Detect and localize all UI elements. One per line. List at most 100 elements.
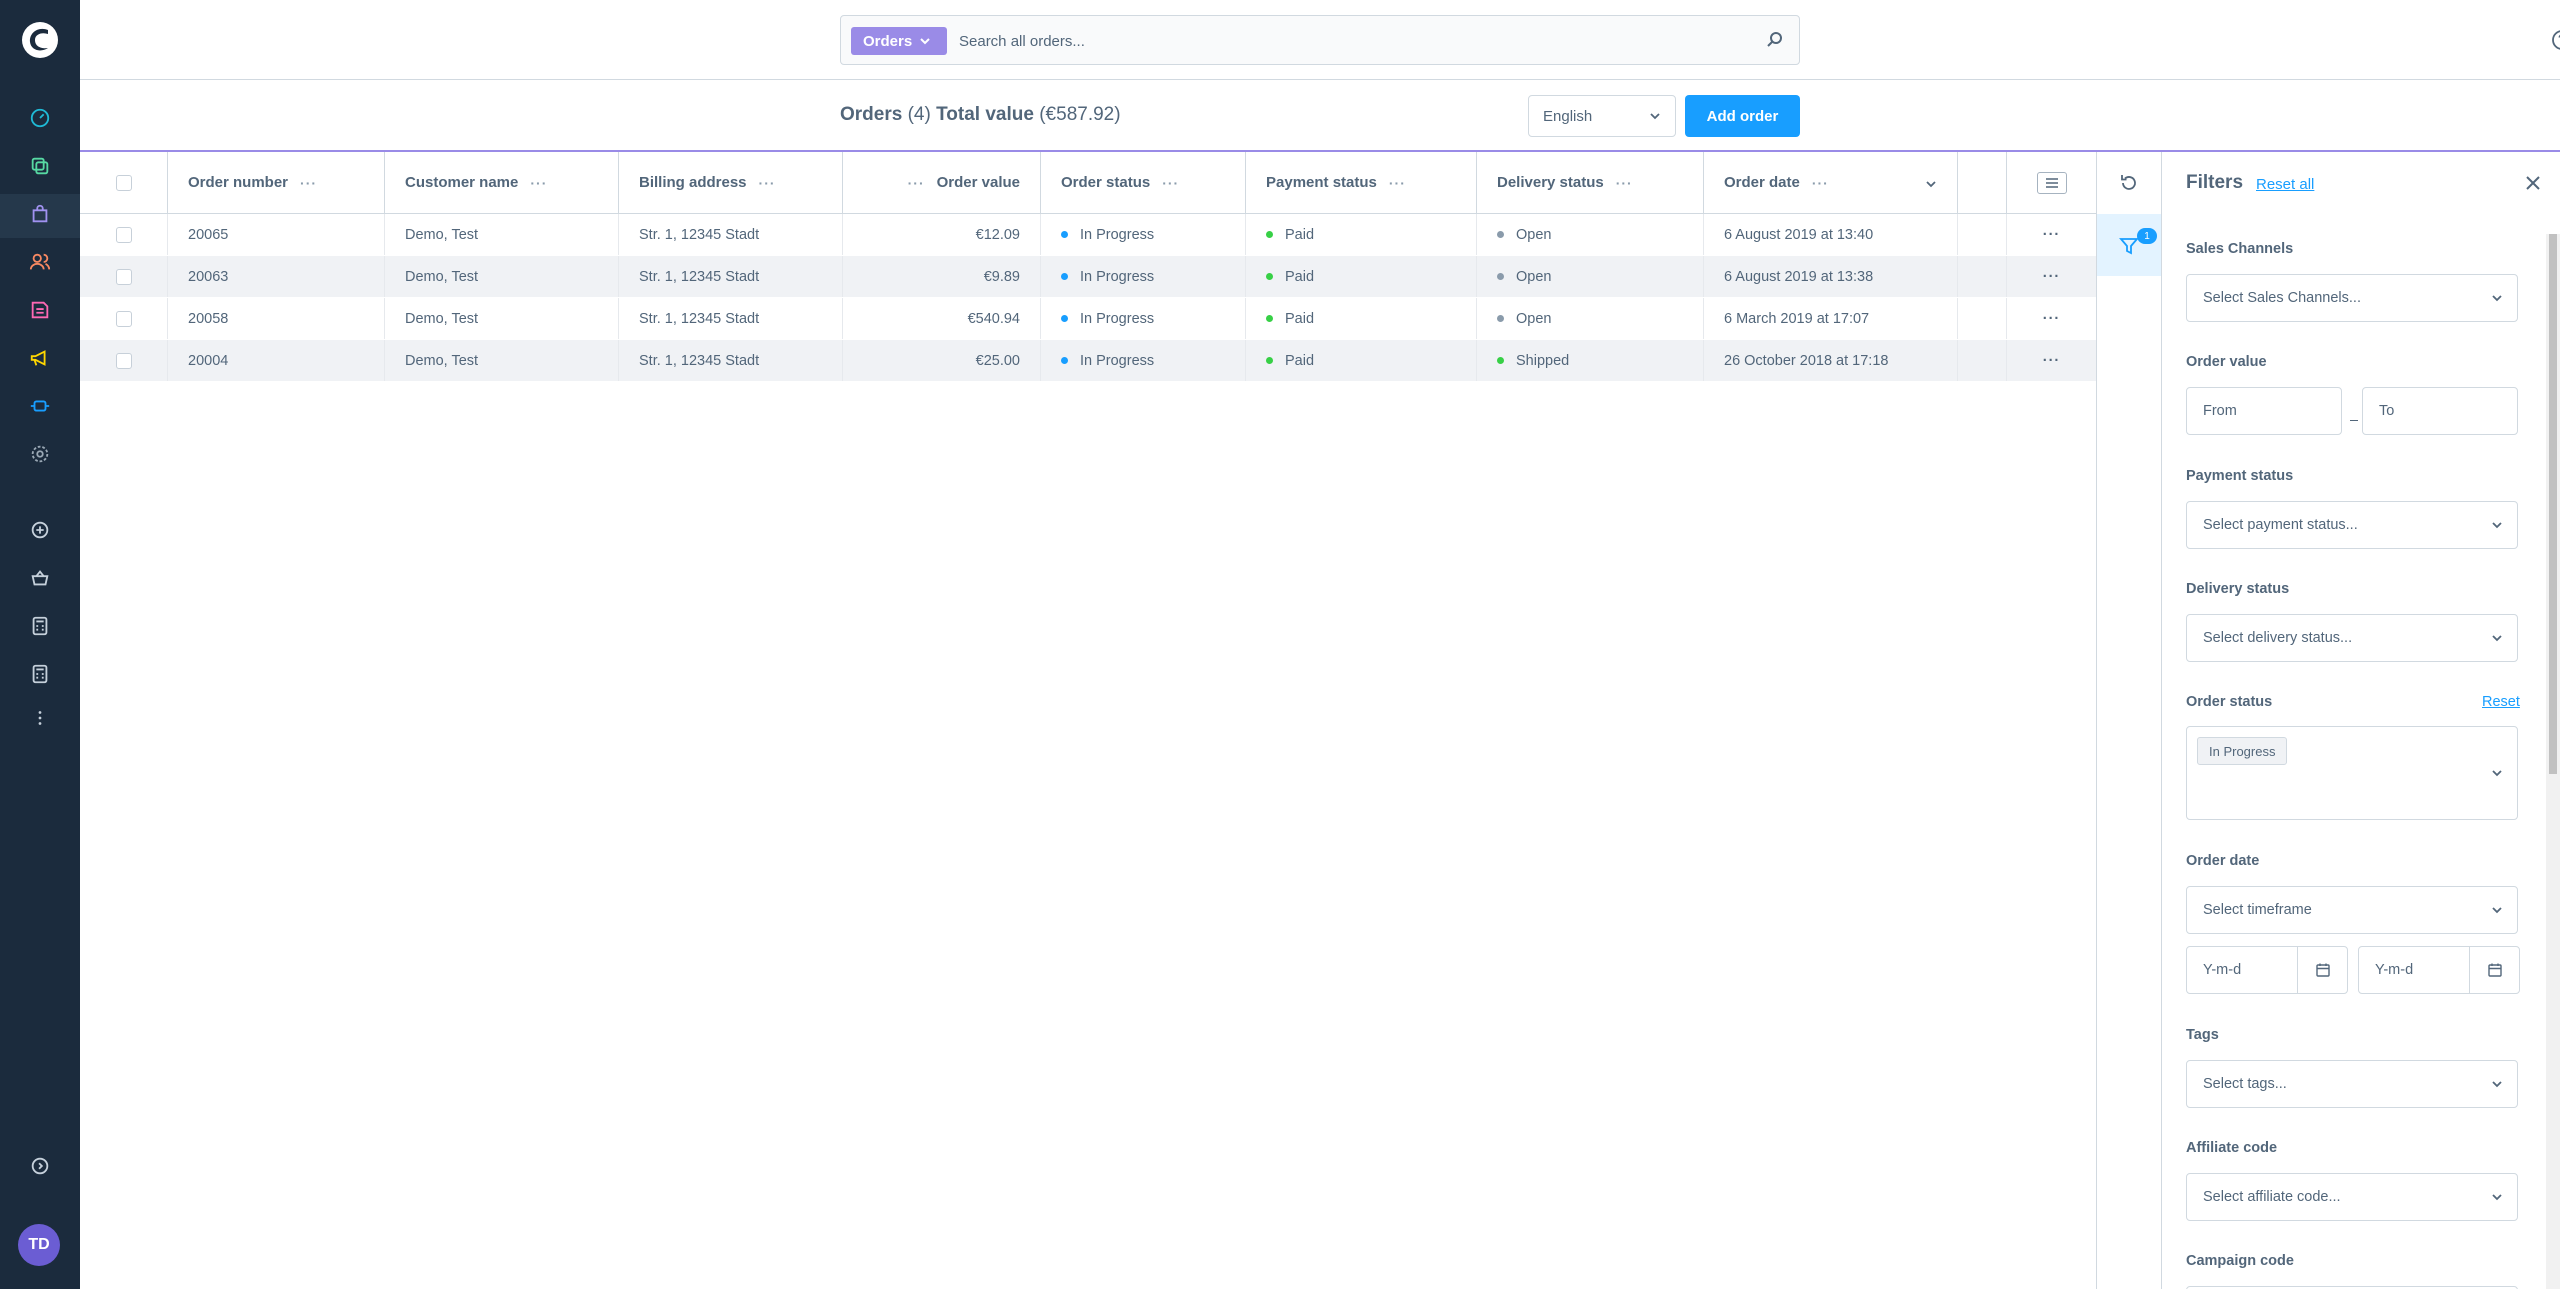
calculator-icon[interactable] <box>28 662 52 686</box>
select-placeholder: Select affiliate code... <box>2203 1189 2341 1205</box>
sort-descending-icon[interactable] <box>1925 178 1937 190</box>
column-menu-icon[interactable]: ··· <box>759 175 776 191</box>
orders-icon[interactable] <box>28 202 52 226</box>
collapse-sidebar-icon[interactable] <box>28 1154 52 1178</box>
order-date-timeframe-select[interactable]: Select timeframe <box>2186 886 2518 934</box>
row-select-cell <box>80 256 168 297</box>
date-from-input[interactable]: Y-m-d <box>2186 946 2348 994</box>
column-menu-icon[interactable]: ··· <box>1616 175 1633 191</box>
chevron-down-icon <box>2492 770 2502 777</box>
language-switch[interactable]: English <box>1528 95 1676 137</box>
order-number[interactable]: 20063 <box>188 269 228 285</box>
close-icon[interactable] <box>2524 174 2542 192</box>
filter-tab[interactable] <box>2097 214 2161 276</box>
selected-status-chip[interactable]: In Progress <box>2197 737 2288 765</box>
select-all-checkbox[interactable] <box>115 174 132 191</box>
row-actions-icon[interactable]: ··· <box>2043 269 2061 285</box>
order-number[interactable]: 20058 <box>188 311 228 327</box>
column-header-payment-status[interactable]: Payment status ··· <box>1246 152 1477 213</box>
content-icon[interactable] <box>28 298 52 322</box>
column-label: Billing address <box>639 174 747 191</box>
refresh-icon[interactable] <box>2118 172 2140 194</box>
user-avatar[interactable]: TD <box>18 1224 60 1266</box>
search-input[interactable] <box>959 26 1739 56</box>
reset-all-link[interactable]: Reset all <box>2256 176 2314 193</box>
order-number-cell[interactable]: 20065 <box>168 214 385 255</box>
column-menu-icon[interactable]: ··· <box>1812 175 1829 191</box>
order-date-cell: 26 October 2018 at 17:18 <box>1704 340 1958 381</box>
grid-settings-button[interactable] <box>2036 171 2067 194</box>
more-vertical-icon[interactable] <box>28 706 52 730</box>
affiliate-code-select[interactable]: Select affiliate code... <box>2186 1173 2518 1221</box>
column-menu-icon[interactable]: ··· <box>1389 175 1406 191</box>
settings-icon[interactable] <box>28 442 52 466</box>
order-number-cell[interactable]: 20004 <box>168 340 385 381</box>
order-value-from-input[interactable]: From <box>2186 387 2342 435</box>
payment-status-select[interactable]: Select payment status... <box>2186 501 2518 549</box>
table-row[interactable]: 20063 Demo, Test Str. 1, 12345 Stadt €9.89 I… <box>80 256 2096 298</box>
order-number-cell[interactable]: 20063 <box>168 256 385 297</box>
table-row[interactable]: 20058 Demo, Test Str. 1, 12345 Stadt €540.9… <box>80 298 2096 340</box>
help-icon[interactable] <box>2550 28 2560 52</box>
extensions-icon[interactable] <box>28 394 52 418</box>
order-number-cell[interactable]: 20058 <box>168 298 385 339</box>
basket-icon[interactable] <box>28 566 52 590</box>
grid-header: Order number ··· Customer name ··· Billing… <box>80 152 2096 214</box>
calendar-button[interactable] <box>2469 947 2519 993</box>
row-checkbox[interactable] <box>115 310 132 327</box>
filter-scrollbar[interactable] <box>2546 234 2560 1289</box>
column-header-billing-address[interactable]: Billing address ··· <box>619 152 843 213</box>
order-date: 6 August 2019 at 13:38 <box>1724 268 1874 285</box>
order-status-multiselect[interactable]: In Progress <box>2186 726 2518 820</box>
search-icon[interactable] <box>1765 30 1785 50</box>
chevron-down-icon <box>2492 1194 2502 1201</box>
orders-grid: Order number ··· Customer name ··· Billing… <box>80 152 2096 382</box>
payment-status-cell: Paid <box>1246 256 1477 297</box>
calendar-button[interactable] <box>2297 947 2347 993</box>
row-checkbox[interactable] <box>115 268 132 285</box>
search-type-select[interactable]: Orders <box>851 27 947 55</box>
column-header-order-date[interactable]: Order date ··· <box>1704 152 1958 213</box>
order-value-to-input[interactable]: To <box>2362 387 2518 435</box>
chevron-down-icon <box>920 38 930 45</box>
sales-channels-select[interactable]: Select Sales Channels... <box>2186 274 2518 322</box>
calculator-icon[interactable] <box>28 614 52 638</box>
table-row[interactable]: 20004 Demo, Test Str. 1, 12345 Stadt €25.00… <box>80 340 2096 382</box>
row-actions-icon[interactable]: ··· <box>2043 227 2061 243</box>
table-row[interactable]: 20065 Demo, Test Str. 1, 12345 Stadt €12.09… <box>80 214 2096 256</box>
column-menu-icon[interactable]: ··· <box>300 175 317 191</box>
column-header-order-number[interactable]: Order number ··· <box>168 152 385 213</box>
row-actions-icon[interactable]: ··· <box>2043 353 2061 369</box>
customers-icon[interactable] <box>28 250 52 274</box>
column-menu-icon[interactable]: ··· <box>908 175 925 191</box>
add-order-button[interactable]: Add order <box>1685 95 1800 137</box>
list-settings-icon <box>2045 177 2058 188</box>
date-to-input[interactable]: Y-m-d <box>2358 946 2520 994</box>
column-header-order-status[interactable]: Order status ··· <box>1041 152 1246 213</box>
column-menu-icon[interactable]: ··· <box>1162 175 1179 191</box>
order-number[interactable]: 20004 <box>188 353 228 369</box>
chevron-down-icon <box>2492 295 2502 302</box>
column-header-delivery-status[interactable]: Delivery status ··· <box>1477 152 1704 213</box>
catalogues-icon[interactable] <box>28 154 52 178</box>
global-search: Orders <box>840 15 1800 65</box>
row-actions-icon[interactable]: ··· <box>2043 311 2061 327</box>
shopware-logo[interactable] <box>20 20 60 60</box>
column-header-customer-name[interactable]: Customer name ··· <box>385 152 619 213</box>
row-checkbox[interactable] <box>115 352 132 369</box>
marketing-icon[interactable] <box>28 346 52 370</box>
column-menu-icon[interactable]: ··· <box>530 175 547 191</box>
add-circle-icon[interactable] <box>28 518 52 542</box>
grid-body: 20065 Demo, Test Str. 1, 12345 Stadt €12.09… <box>80 214 2096 382</box>
row-actions-cell: ··· <box>2007 256 2096 297</box>
tags-select[interactable]: Select tags... <box>2186 1060 2518 1108</box>
order-status-reset-link[interactable]: Reset <box>2482 694 2520 710</box>
column-header-order-value[interactable]: ··· Order value <box>843 152 1041 213</box>
order-value: €12.09 <box>975 226 1020 243</box>
delivery-status-select[interactable]: Select delivery status... <box>2186 614 2518 662</box>
dashboard-icon[interactable] <box>28 106 52 130</box>
scrollbar-thumb[interactable] <box>2549 234 2557 774</box>
order-number[interactable]: 20065 <box>188 227 228 243</box>
row-checkbox[interactable] <box>115 226 132 243</box>
order-status-cell: In Progress <box>1041 256 1246 297</box>
